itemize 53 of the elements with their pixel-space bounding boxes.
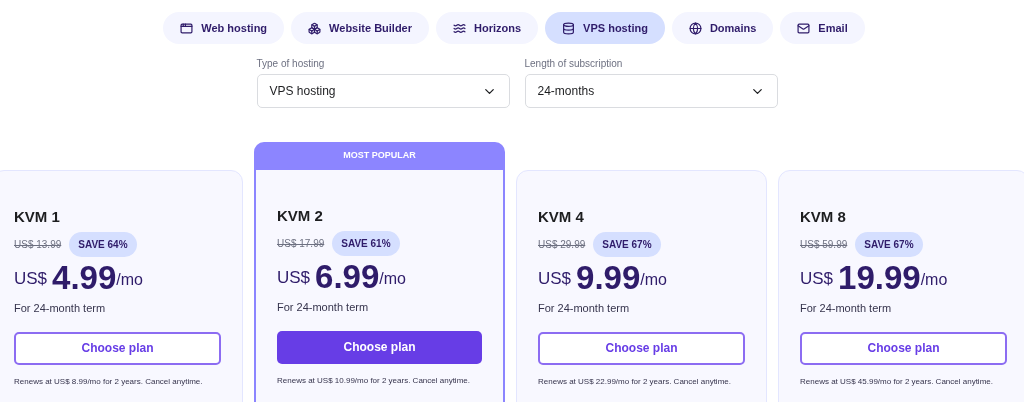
category-tab[interactable]: Horizons	[436, 12, 539, 44]
old-price: US$ 29.99	[538, 238, 586, 252]
renewal-note: Renews at US$ 45.99/mo for 2 years. Cancel anytime.	[800, 375, 994, 388]
category-tab[interactable]: VPS hosting	[545, 12, 665, 44]
currency: US$	[800, 267, 834, 290]
currency: US$	[538, 267, 572, 290]
plan-name: KVM 2	[277, 208, 324, 223]
field-label: Type of hosting	[256, 57, 326, 71]
browser-window-icon	[180, 21, 194, 35]
choose-plan-button[interactable]: Choose plan	[538, 331, 745, 365]
discount-badge: SAVE 67%	[593, 232, 661, 257]
category-tab[interactable]: Website Builder	[291, 12, 430, 44]
currency: US$	[14, 267, 48, 290]
price-unit: /mo	[920, 271, 948, 288]
price: 19.99	[838, 261, 921, 294]
discount-badge: SAVE 64%	[69, 232, 137, 257]
waves-icon	[453, 21, 467, 35]
globe-icon	[688, 21, 702, 35]
price: 9.99	[576, 261, 641, 294]
discount-badge: SAVE 61%	[332, 231, 400, 256]
price: 4.99	[52, 261, 117, 294]
database-icon	[562, 21, 576, 35]
renewal-note: Renews at US$ 22.99/mo for 2 years. Cancel anytime.	[538, 375, 732, 388]
choose-plan-button[interactable]: Choose plan	[800, 331, 1007, 365]
term-text: For 24-month term	[538, 301, 631, 316]
select-field[interactable]: VPS hosting	[256, 74, 510, 108]
plan-name: KVM 1	[14, 209, 61, 224]
mail-icon	[797, 21, 811, 35]
plan-name: KVM 4	[538, 209, 585, 224]
category-tab[interactable]: Email	[780, 12, 865, 44]
plan-name: KVM 8	[800, 209, 847, 224]
price: 6.99	[315, 260, 380, 293]
currency: US$	[277, 266, 311, 289]
choose-plan-button[interactable]: Choose plan	[277, 330, 482, 364]
term-text: For 24-month term	[277, 300, 370, 315]
select-field[interactable]: 24-months	[524, 74, 778, 108]
term-text: For 24-month term	[800, 301, 893, 316]
price-unit: /mo	[379, 270, 406, 287]
choose-plan-button[interactable]: Choose plan	[14, 331, 221, 365]
old-price: US$ 13.99	[14, 238, 62, 252]
builder-icon	[308, 21, 322, 35]
old-price: US$ 59.99	[800, 238, 848, 252]
term-text: For 24-month term	[14, 301, 107, 316]
renewal-note: Renews at US$ 8.99/mo for 2 years. Cancel anytime.	[14, 375, 204, 388]
popular-ribbon: MOST POPULAR	[254, 142, 505, 170]
category-tab[interactable]: Domains	[671, 12, 774, 44]
category-tab[interactable]: Web hosting	[163, 12, 285, 44]
field-label: Length of subscription	[524, 57, 624, 71]
renewal-note: Renews at US$ 10.99/mo for 2 years. Cancel anytime.	[277, 374, 471, 387]
old-price: US$ 17.99	[277, 237, 325, 251]
price-unit: /mo	[640, 271, 667, 288]
price-unit: /mo	[116, 271, 143, 288]
discount-badge: SAVE 67%	[855, 232, 923, 257]
